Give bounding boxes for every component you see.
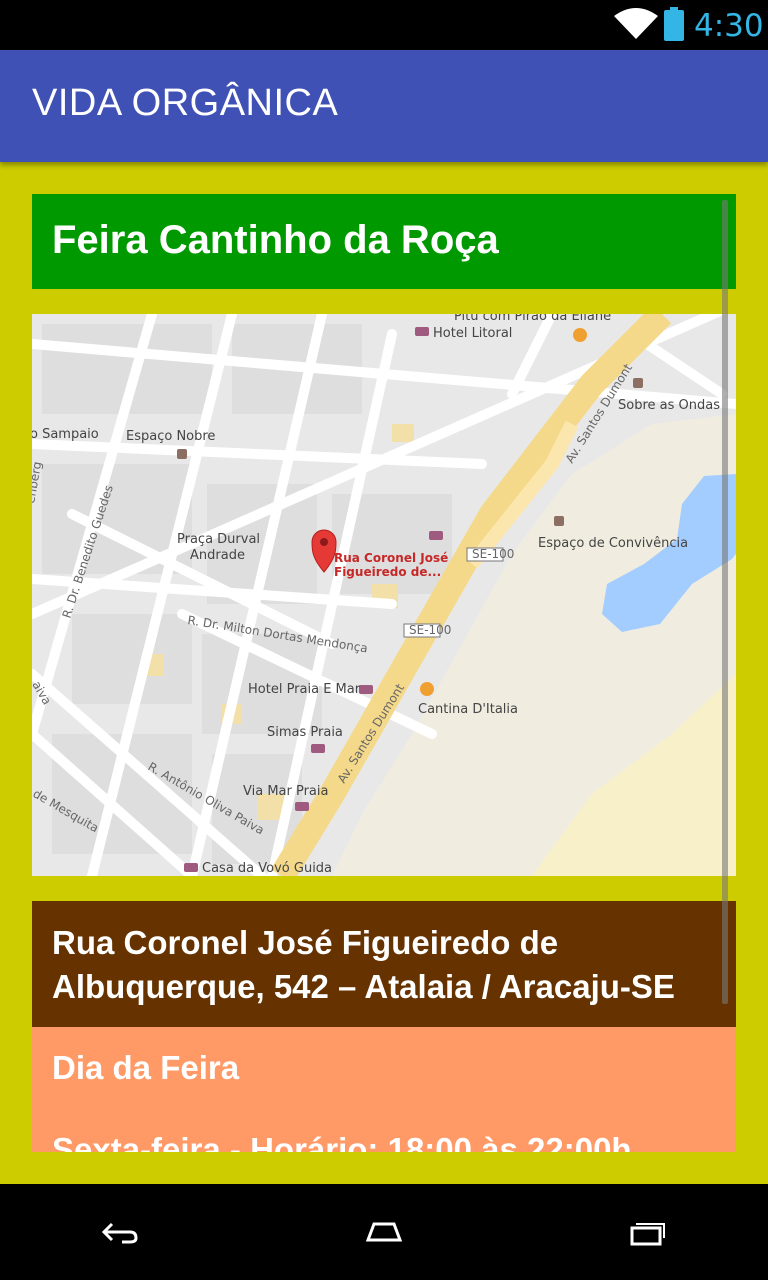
main-content[interactable]: Feira Cantinho da Roça SE-100 SE-100 Av.… — [0, 162, 768, 1184]
home-button[interactable] — [354, 1208, 414, 1256]
day-card: Dia da Feira Sexta-feira - Horário: 18:0… — [32, 1027, 736, 1152]
map-marker-label-2: Figueiredo de... — [334, 565, 441, 579]
map-label-se100-1: SE-100 — [472, 547, 514, 561]
wifi-icon — [614, 8, 658, 39]
map-label-espaco-convivencia: Espaço de Convivência — [538, 536, 688, 551]
map-label-cantina: Cantina D'Italia — [418, 702, 518, 717]
map-label-sampaio: o Sampaio — [32, 427, 99, 442]
map-label-pitu: Pitu com Pirão da Eliane — [454, 314, 611, 324]
home-icon — [365, 1222, 403, 1242]
map-label-casa-vovo: Casa da Vovó Guida — [202, 861, 332, 876]
map-label-sobre-as-ondas: Sobre as Ondas — [618, 398, 720, 413]
map-label-se100-2: SE-100 — [409, 623, 451, 637]
map-label-espaco-nobre: Espaço Nobre — [126, 429, 215, 444]
day-label: Dia da Feira — [52, 1049, 240, 1086]
navigation-bar — [0, 1184, 768, 1280]
address-card: Rua Coronel José Figueiredo de Albuquerq… — [32, 901, 736, 1027]
app-title: VIDA ORGÂNICA — [32, 82, 339, 124]
app-bar: VIDA ORGÂNICA — [0, 50, 768, 162]
back-icon — [101, 1222, 138, 1244]
status-bar: 4:30 — [0, 0, 768, 50]
map-label-simas-praia: Simas Praia — [267, 725, 343, 740]
market-schedule: Sexta-feira - Horário: 18:00 às 22:00h — [52, 1131, 632, 1152]
battery-icon — [664, 7, 684, 41]
status-clock: 4:30 — [694, 8, 764, 44]
map-marker-label-1: Rua Coronel José — [334, 551, 448, 565]
map-label-hotel-praia-e-mar: Hotel Praia E Mar — [248, 682, 361, 697]
scrollbar[interactable] — [722, 200, 728, 1004]
map-label-praca-1: Praça Durval — [177, 532, 260, 547]
recents-icon — [630, 1223, 665, 1246]
map-label-via-mar-praia: Via Mar Praia — [243, 784, 328, 799]
market-name: Feira Cantinho da Roça — [52, 218, 499, 262]
map-label-hotel-litoral: Hotel Litoral — [433, 326, 512, 341]
back-button[interactable] — [90, 1208, 150, 1256]
market-address: Rua Coronel José Figueiredo de Albuquerq… — [52, 924, 675, 1005]
market-name-card: Feira Cantinho da Roça — [32, 194, 736, 289]
recents-button[interactable] — [618, 1208, 678, 1256]
map-view[interactable]: SE-100 SE-100 Av. Santos Dumont Av. Sant… — [32, 314, 736, 876]
map-label-praca-2: Andrade — [190, 548, 245, 563]
